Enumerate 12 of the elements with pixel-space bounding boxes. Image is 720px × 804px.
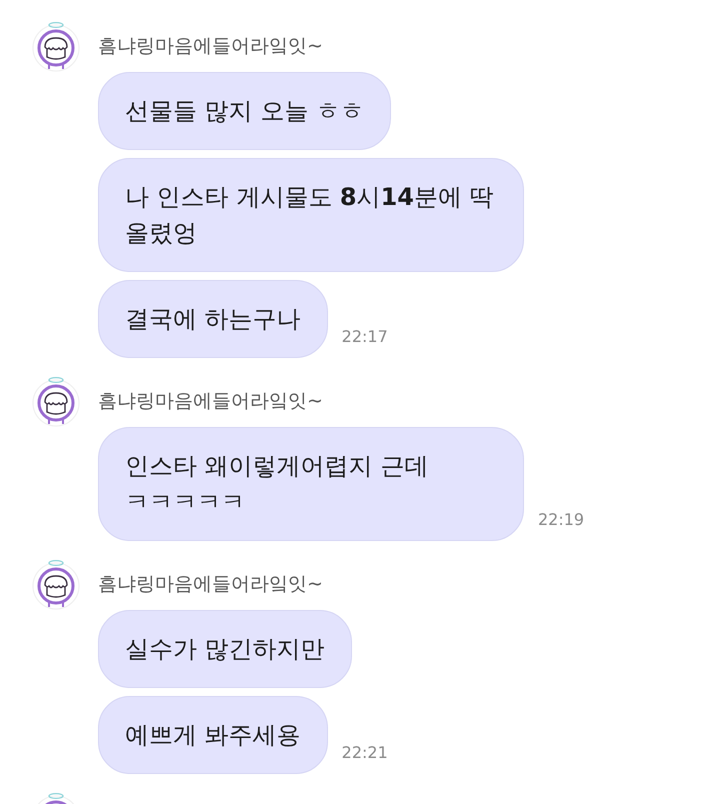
sender-name: 흠냐링마음에들어라잌잇~: [98, 34, 324, 58]
message-time: 22:17: [342, 327, 388, 346]
sender-name: 흠냐링마음에들어라잌잇~: [98, 389, 324, 413]
message-bubble: 선물들 많지 오늘 ㅎㅎ: [98, 72, 391, 150]
message-time: 22:19: [538, 510, 584, 529]
message-bubble: 실수가 많긴하지만: [98, 610, 352, 688]
message-bubble: 결국에 하는구나: [98, 280, 328, 358]
sender-name: 흠냐링마음에들어라잌잇~: [98, 572, 324, 596]
message-bubble: 나 인스타 게시물도 8시14분에 딱 올렸엉: [98, 158, 524, 272]
message-bubble: 예쁘게 봐주세용: [98, 696, 328, 774]
message-time: 22:21: [342, 743, 388, 762]
message-bubble: 인스타 왜이렇게어렵지 근데 ㅋㅋㅋㅋㅋ: [98, 427, 524, 541]
